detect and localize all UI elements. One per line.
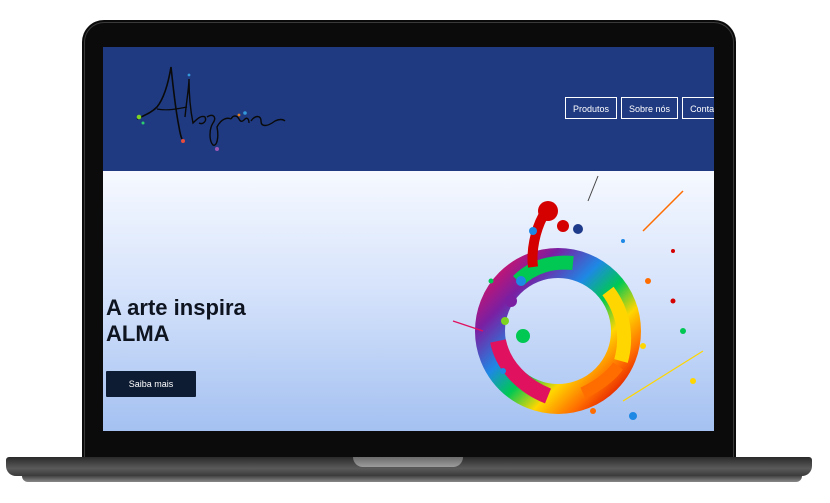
saiba-mais-button[interactable]: Saiba mais xyxy=(106,371,196,397)
nav-produtos-button[interactable]: Produtos xyxy=(565,97,618,119)
nav-contato-button[interactable]: Contat xyxy=(682,97,714,119)
laptop-opening-notch xyxy=(353,457,463,467)
paint-splash-image xyxy=(452,175,704,420)
hero-title-line2: ALMA xyxy=(106,321,170,346)
hero-section: A arte inspira ALMA Saiba mais xyxy=(103,171,714,431)
hero-title-line1: A arte inspira xyxy=(106,295,246,320)
nav-sobre-nos-button[interactable]: Sobre nós xyxy=(621,97,679,119)
brand-logo[interactable] xyxy=(127,57,287,157)
laptop-base-bottom xyxy=(22,476,802,482)
site-header: Produtos Sobre nós Contat xyxy=(103,47,714,171)
main-nav: Produtos Sobre nós Contat xyxy=(565,97,714,119)
hero-title: A arte inspira ALMA xyxy=(106,295,246,347)
laptop-screen: Produtos Sobre nós Contat A arte inspira… xyxy=(103,47,714,431)
